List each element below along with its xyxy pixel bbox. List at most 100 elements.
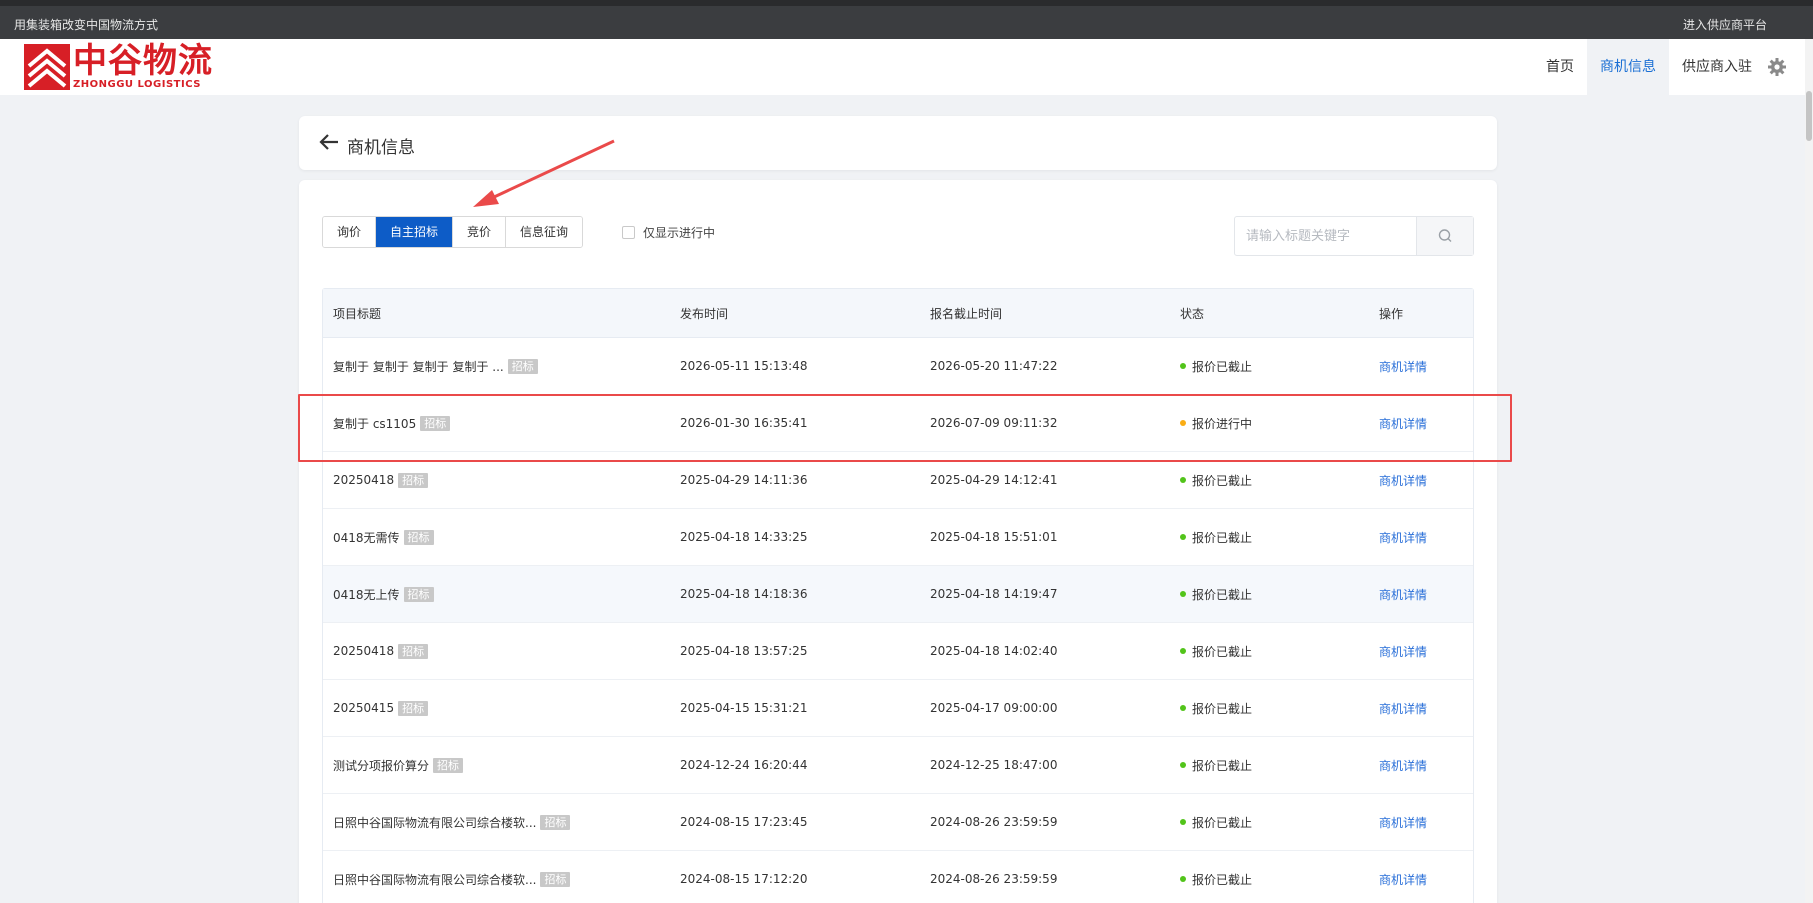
tab-self-tender[interactable]: 自主招标 — [376, 217, 454, 247]
row-status: 报价已截止 — [1180, 794, 1252, 850]
table-body: 复制于 复制于 复制于 复制于 ... 招标 2026-05-11 15:13:48… — [323, 338, 1473, 903]
row-publish-time: 2024-08-15 17:12:20 — [680, 872, 808, 886]
logo[interactable]: 中谷物流 ZHONGGU LOGISTICS — [24, 44, 213, 90]
logo-mark — [24, 44, 70, 90]
nav-item-supplier-join[interactable]: 供应商入驻 — [1669, 39, 1765, 95]
only-active-filter[interactable]: 仅显示进行中 — [622, 224, 715, 241]
table-row: 20250418 招标 2025-04-18 13:57:25 2025-04-18 … — [323, 623, 1473, 680]
row-deadline: 2025-04-17 09:00:00 — [930, 701, 1058, 715]
detail-link[interactable]: 商机详情 — [1379, 529, 1427, 546]
row-title-cell: 20250418 招标 — [333, 452, 429, 508]
row-publish-time: 2025-04-18 14:33:25 — [680, 530, 808, 544]
row-deadline: 2024-12-25 18:47:00 — [930, 758, 1058, 772]
row-title[interactable]: 20250418 — [333, 644, 394, 658]
row-action: 商机详情 — [1379, 452, 1427, 508]
nav-item-home[interactable]: 首页 — [1533, 39, 1587, 95]
only-active-checkbox[interactable] — [622, 226, 635, 239]
supplier-platform-link[interactable]: 进入供应商平台 — [1683, 16, 1767, 33]
row-title[interactable]: 复制于 复制于 复制于 复制于 ... — [333, 358, 504, 375]
row-publish-time: 2024-12-24 16:20:44 — [680, 758, 808, 772]
detail-link[interactable]: 商机详情 — [1379, 814, 1427, 831]
status-text: 报价已截止 — [1192, 644, 1253, 659]
table-row: 0418无上传 招标 2025-04-18 14:18:36 2025-04-18 1… — [323, 566, 1473, 623]
table-row: 测试分项报价算分 招标 2024-12-24 16:20:44 2024-12-25 … — [323, 737, 1473, 794]
detail-link[interactable]: 商机详情 — [1379, 757, 1427, 774]
row-title-cell: 日照中谷国际物流有限公司综合楼软... 招标 — [333, 794, 571, 850]
tender-tag: 招标 — [433, 757, 464, 773]
detail-link[interactable]: 商机详情 — [1379, 472, 1427, 489]
table-row: 日照中谷国际物流有限公司综合楼软... 招标 2024-08-15 17:23:45… — [323, 794, 1473, 851]
tender-tag: 招标 — [403, 529, 434, 545]
row-deadline: 2025-04-29 14:12:41 — [930, 473, 1058, 487]
row-deadline: 2026-07-09 09:11:32 — [930, 416, 1058, 430]
detail-link[interactable]: 商机详情 — [1379, 700, 1427, 717]
detail-link[interactable]: 商机详情 — [1379, 358, 1427, 375]
row-title-cell: 20250418 招标 — [333, 623, 429, 679]
row-status: 报价已截止 — [1180, 452, 1252, 508]
search-input[interactable] — [1235, 217, 1417, 255]
row-title[interactable]: 复制于 cs1105 — [333, 415, 416, 432]
only-active-label: 仅显示进行中 — [643, 226, 716, 240]
row-title[interactable]: 日照中谷国际物流有限公司综合楼软... — [333, 814, 536, 831]
scrollbar[interactable] — [1805, 39, 1813, 903]
row-status: 报价已截止 — [1180, 566, 1252, 622]
table-row: 日照中谷国际物流有限公司综合楼软... 招标 2024-08-15 17:12:20… — [323, 851, 1473, 903]
row-title[interactable]: 0418无上传 — [333, 586, 400, 603]
column-header-publish-time: 发布时间 — [680, 306, 729, 321]
tab-info-request[interactable]: 信息征询 — [506, 217, 583, 247]
detail-link[interactable]: 商机详情 — [1379, 586, 1427, 603]
row-publish-time: 2026-01-30 16:35:41 — [680, 416, 808, 430]
table-row: 20250418 招标 2025-04-29 14:11:36 2025-04-29 … — [323, 452, 1473, 509]
row-title[interactable]: 20250418 — [333, 473, 394, 487]
status-text: 报价已截止 — [1192, 815, 1253, 830]
tender-tag: 招标 — [540, 871, 571, 887]
tender-tag: 招标 — [403, 586, 434, 602]
table-row: 20250415 招标 2025-04-15 15:31:21 2025-04-17 … — [323, 680, 1473, 737]
row-title-cell: 0418无需传 招标 — [333, 509, 434, 565]
back-arrow-icon[interactable] — [317, 130, 341, 154]
status-text: 报价已截止 — [1192, 872, 1253, 887]
site-header: 中谷物流 ZHONGGU LOGISTICS 首页 商机信息 供应商入驻 — [0, 39, 1813, 95]
row-status: 报价已截止 — [1180, 737, 1252, 793]
top-bar: 用集装箱改变中国物流方式 进入供应商平台 — [0, 0, 1813, 39]
nav-item-business-info[interactable]: 商机信息 — [1587, 39, 1669, 95]
status-dot-icon — [1180, 705, 1186, 711]
row-title-cell: 日照中谷国际物流有限公司综合楼软... 招标 — [333, 851, 571, 903]
tender-tag: 招标 — [398, 643, 429, 659]
gear-icon[interactable] — [1767, 57, 1787, 77]
row-title-cell: 20250415 招标 — [333, 680, 429, 736]
row-deadline: 2024-08-26 23:59:59 — [930, 872, 1058, 886]
column-header-deadline: 报名截止时间 — [930, 306, 1003, 321]
row-status: 报价已截止 — [1180, 623, 1252, 679]
detail-link[interactable]: 商机详情 — [1379, 643, 1427, 660]
column-header-title: 项目标题 — [333, 306, 382, 321]
row-action: 商机详情 — [1379, 509, 1427, 565]
column-header-status: 状态 — [1180, 306, 1205, 321]
row-action: 商机详情 — [1379, 737, 1427, 793]
scrollbar-thumb[interactable] — [1806, 91, 1812, 141]
row-action: 商机详情 — [1379, 794, 1427, 850]
row-status: 报价已截止 — [1180, 338, 1252, 394]
row-action: 商机详情 — [1379, 566, 1427, 622]
row-title[interactable]: 日照中谷国际物流有限公司综合楼软... — [333, 871, 536, 888]
page-title-card: 商机信息 — [299, 116, 1497, 170]
row-title[interactable]: 20250415 — [333, 701, 394, 715]
business-list-card: 询价 自主招标 竞价 信息征询 仅显示进行中 项目标题 发布时间 报名截止时间 … — [299, 180, 1497, 903]
search-button[interactable] — [1416, 217, 1473, 255]
search-icon — [1438, 229, 1452, 242]
row-title[interactable]: 0418无需传 — [333, 529, 400, 546]
status-dot-icon — [1180, 876, 1186, 882]
detail-link[interactable]: 商机详情 — [1379, 415, 1427, 432]
row-status: 报价进行中 — [1180, 395, 1252, 451]
row-title[interactable]: 测试分项报价算分 — [333, 757, 429, 774]
row-publish-time: 2025-04-15 15:31:21 — [680, 701, 808, 715]
status-dot-icon — [1180, 534, 1186, 540]
business-table: 项目标题 发布时间 报名截止时间 状态 操作 复制于 复制于 复制于 复制于 .… — [322, 288, 1474, 903]
table-header: 项目标题 发布时间 报名截止时间 状态 操作 — [323, 289, 1473, 338]
status-text: 报价已截止 — [1192, 758, 1253, 773]
row-deadline: 2024-08-26 23:59:59 — [930, 815, 1058, 829]
tab-bidding[interactable]: 竞价 — [453, 217, 507, 247]
detail-link[interactable]: 商机详情 — [1379, 871, 1427, 888]
tab-inquiry[interactable]: 询价 — [323, 217, 377, 247]
tender-tag: 招标 — [540, 814, 571, 830]
